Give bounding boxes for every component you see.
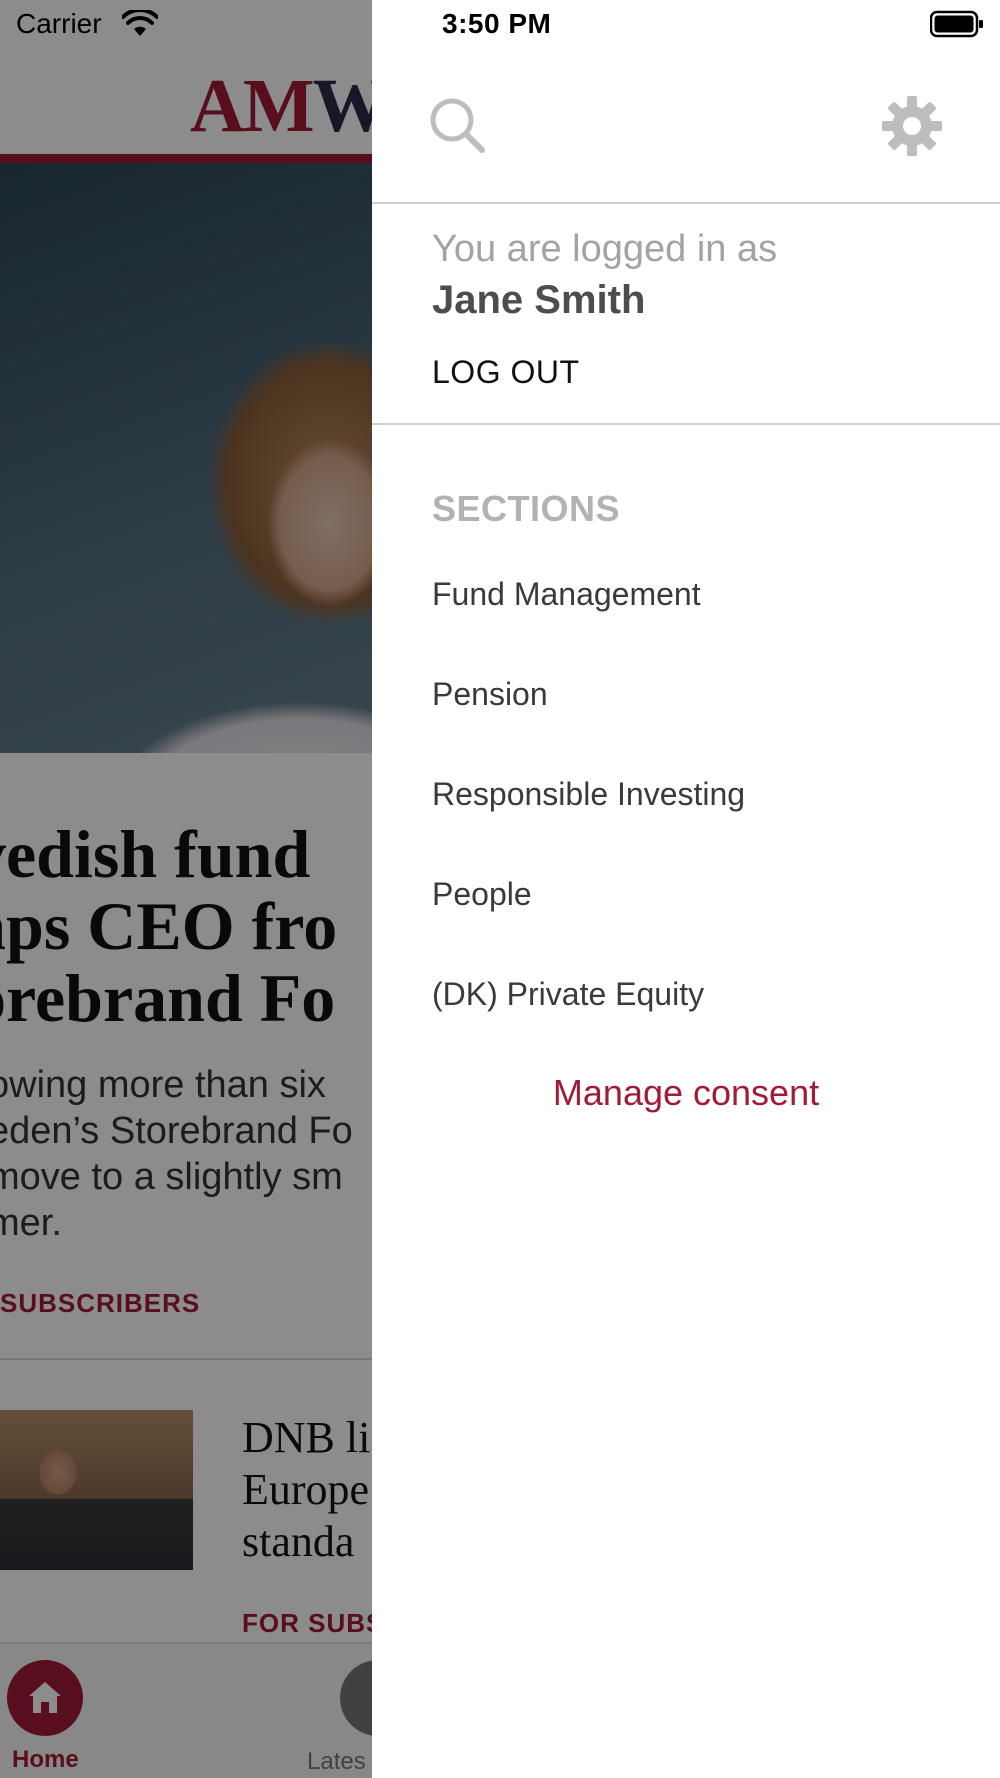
drawer-divider-top [372, 202, 1000, 204]
manage-consent-link[interactable]: Manage consent [372, 1072, 1000, 1114]
drawer-divider-account [372, 423, 1000, 425]
section-item-fund-management[interactable]: Fund Management [432, 572, 972, 672]
section-item-pension[interactable]: Pension [432, 672, 972, 772]
sections-list: Fund Management Pension Responsible Inve… [432, 572, 972, 1072]
logged-in-label: You are logged in as [432, 228, 778, 270]
gear-icon[interactable] [880, 94, 944, 158]
battery-icon [930, 10, 983, 38]
user-name: Jane Smith [432, 278, 646, 322]
logout-button[interactable]: LOG OUT [432, 354, 580, 391]
section-item-people[interactable]: People [432, 872, 972, 972]
status-time: 3:50 PM [442, 8, 552, 39]
section-item-responsible-investing[interactable]: Responsible Investing [432, 772, 972, 872]
search-icon[interactable] [426, 94, 490, 158]
sections-heading: SECTIONS [432, 488, 621, 529]
side-drawer: 3:50 PM You are logged in as Jane Smith … [372, 0, 1000, 1778]
section-item-private-equity[interactable]: (DK) Private Equity [432, 972, 972, 1072]
